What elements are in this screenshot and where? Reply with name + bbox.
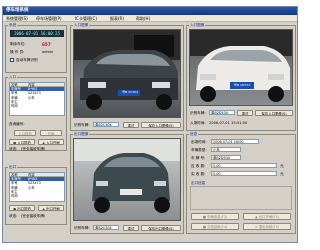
exit-camera-legend: 出口图像 bbox=[73, 132, 90, 137]
operator-value: admin bbox=[42, 50, 54, 54]
entry-camera-panel: 入口图像 粤B·2C304 识别车牌: 粤B2C304 重试 保存入口图像(S) bbox=[70, 23, 184, 131]
gate-icon: ▲ bbox=[42, 207, 45, 211]
entry-plate-text: 粤B·2C304 bbox=[122, 90, 138, 94]
entry-plate-label: 识别车牌: bbox=[74, 123, 90, 127]
auto-match-label: 自动车牌识别 bbox=[16, 58, 38, 62]
exit-open-gate-button[interactable]: ▲ 出口开闸(F3) bbox=[243, 213, 291, 220]
entry-panel: 入口 名称 内容 车牌号 B*W3 车号 SZ3473 车辆 小车 车主 时间 查询编… bbox=[5, 75, 67, 151]
entry-legend: 入口 bbox=[8, 75, 18, 80]
plate-number-field[interactable]: 粤B2D534 bbox=[211, 155, 241, 160]
fee-paid-unit: 元 bbox=[280, 172, 284, 176]
remaining-value: 657 bbox=[42, 41, 51, 47]
window-title: 停车场系统 bbox=[6, 8, 29, 13]
info-panel: 信息 出场时间: 2006-07-01 16:00 车辆类型: 小车 车 牌 号… bbox=[186, 132, 296, 234]
menu-parking[interactable]: 停车场管理(P) bbox=[36, 15, 62, 22]
title-bar: 停车场系统 bbox=[3, 7, 297, 15]
entry-capture-button[interactable]: 入口抓拍 bbox=[14, 130, 36, 136]
operator-label: 操 作 员: bbox=[10, 50, 25, 54]
shift-settle-button[interactable]: ■ 交班结帐(F4) bbox=[191, 223, 239, 230]
main-window: 停车场系统 系统管理(S) 停车场管理(P) IC卡管理(C) 报表(R) 帮助… bbox=[2, 6, 298, 243]
entry-status-value: (完全接收车牌) bbox=[21, 146, 46, 151]
entry-retry-button[interactable]: 重试 bbox=[123, 121, 139, 128]
camera-icon: ● bbox=[13, 207, 17, 211]
menu-report[interactable]: 报表(R) bbox=[110, 15, 124, 22]
gate-icon: ▲ bbox=[42, 141, 45, 145]
exit-panel: 出口 名称 内容 车牌号 B*W3 车号 SZ3473 车辆 小车 车主 时间 ● 出… bbox=[5, 165, 67, 225]
save-entry-image-button[interactable]: 保存入口图像(S) bbox=[141, 121, 181, 128]
exit-info-list[interactable]: 名称 内容 车牌号 B*W3 车号 SZ3473 车辆 小车 车主 时间 bbox=[9, 172, 65, 202]
ledger-icon: ■ bbox=[202, 225, 206, 229]
exit-snap-button[interactable]: ● 出口抓拍 bbox=[9, 205, 35, 211]
menu-ic-card[interactable]: IC卡管理(C) bbox=[75, 15, 97, 22]
exit-camera-image bbox=[73, 138, 181, 221]
plate-query-label: 查询编号: bbox=[9, 122, 25, 126]
car-icon: ■ bbox=[202, 215, 206, 219]
fee-due-unit: 元 bbox=[280, 164, 284, 168]
entry-camera-legend: 入口图像 bbox=[73, 23, 90, 28]
exit-gate-button[interactable]: ▲ 出口开闸 bbox=[38, 205, 64, 211]
entry-snapshot-panel: 入口图像 粤B·2D534 识别车牌: 粤B2D534 重试 保存入口图像(S)… bbox=[186, 23, 296, 131]
exit-system-button[interactable]: ✕ 退出系统(F5) bbox=[243, 223, 291, 230]
entry-time-label: 入场时间: bbox=[190, 121, 206, 125]
entry-camera-image: 粤B·2C304 bbox=[73, 29, 181, 118]
fee-paid-field[interactable]: 5.00 bbox=[211, 171, 277, 176]
menu-system[interactable]: 系统管理(S) bbox=[6, 15, 28, 22]
entry-time-value: 2006-07-01 15:51:00 bbox=[209, 121, 248, 125]
auto-match-checkbox[interactable] bbox=[10, 58, 14, 62]
exit-icon: ✕ bbox=[254, 225, 258, 229]
exit-status-value: (完全接收车牌) bbox=[21, 214, 46, 218]
camera-icon: ● bbox=[13, 141, 17, 145]
menu-bar: 系统管理(S) 停车场管理(P) IC卡管理(C) 报表(R) 帮助(H) bbox=[3, 15, 297, 22]
vehicle-type-label: 车辆类型: bbox=[191, 148, 207, 152]
datetime-display: 2006-07-01 16:00:25 bbox=[10, 30, 64, 37]
snapshot-retry-button[interactable]: 重试 bbox=[237, 109, 253, 116]
gate-icon: ▲ bbox=[254, 215, 258, 219]
entry-gate-button[interactable]: ▲ 入口开闸 bbox=[38, 139, 64, 145]
plate-number-label: 车 牌 号: bbox=[191, 156, 206, 160]
open-gate-button[interactable]: 开闸 bbox=[40, 130, 62, 136]
exit-info-box bbox=[190, 186, 292, 210]
fee-due-label: 应 收 费: bbox=[191, 164, 206, 168]
menu-help[interactable]: 帮助(H) bbox=[136, 15, 150, 22]
save-exit-image-button[interactable]: 保存出口图像(S) bbox=[141, 224, 181, 231]
entry-info-list[interactable]: 名称 内容 车牌号 B*W3 车号 SZ3473 车辆 小车 车主 时间 bbox=[9, 82, 65, 116]
exit-plate-label: 识别车牌: bbox=[74, 226, 90, 230]
vehicle-info-button[interactable]: ■ 车辆信息(F2) bbox=[191, 213, 239, 220]
fee-paid-label: 实 收 费: bbox=[191, 172, 206, 176]
exit-legend: 出口 bbox=[8, 165, 18, 170]
info-legend: 信息 bbox=[189, 132, 199, 137]
vehicle-type-field[interactable]: 小车 bbox=[211, 147, 241, 152]
entry-snapshot-image: 粤B·2D534 bbox=[189, 29, 293, 106]
system-legend: 系统 bbox=[8, 23, 18, 28]
entry-plate-field[interactable]: 粤B2C304 bbox=[93, 122, 119, 127]
entry-status-label: 状态: bbox=[9, 146, 18, 151]
exit-time-label: 出场时间: bbox=[191, 140, 207, 144]
exit-plate-field[interactable]: 粤B2C304 bbox=[93, 225, 119, 230]
save-snapshot-button[interactable]: 保存入口图像(S) bbox=[255, 109, 293, 116]
entry-snap-button[interactable]: ● 入口抓拍 bbox=[9, 139, 35, 145]
exit-status-label: 状态: bbox=[9, 214, 18, 218]
fee-due-field[interactable]: 5.00 bbox=[211, 163, 277, 168]
entry-snapshot-legend: 入口图像 bbox=[189, 23, 206, 28]
exit-time-field[interactable]: 2006-07-01 16:00 bbox=[211, 139, 259, 144]
exit-camera-panel: 出口图像 识别车牌: 粤B2C304 重试 保存出口图像(S) bbox=[70, 132, 184, 234]
list-item[interactable]: 时间 bbox=[10, 104, 64, 108]
snapshot-plate-text: 粤B·2D534 bbox=[234, 83, 250, 87]
system-panel: 系统 2006-07-01 16:00:25 剩余车位: 657 操 作 员: … bbox=[5, 23, 67, 73]
list-item[interactable]: 时间 bbox=[10, 194, 64, 198]
exit-retry-button[interactable]: 重试 bbox=[123, 224, 139, 231]
snapshot-plate-label: 识别车牌: bbox=[190, 111, 206, 115]
snapshot-plate-field[interactable]: 粤B2D534 bbox=[209, 110, 235, 115]
remaining-label: 剩余车位: bbox=[10, 42, 26, 46]
